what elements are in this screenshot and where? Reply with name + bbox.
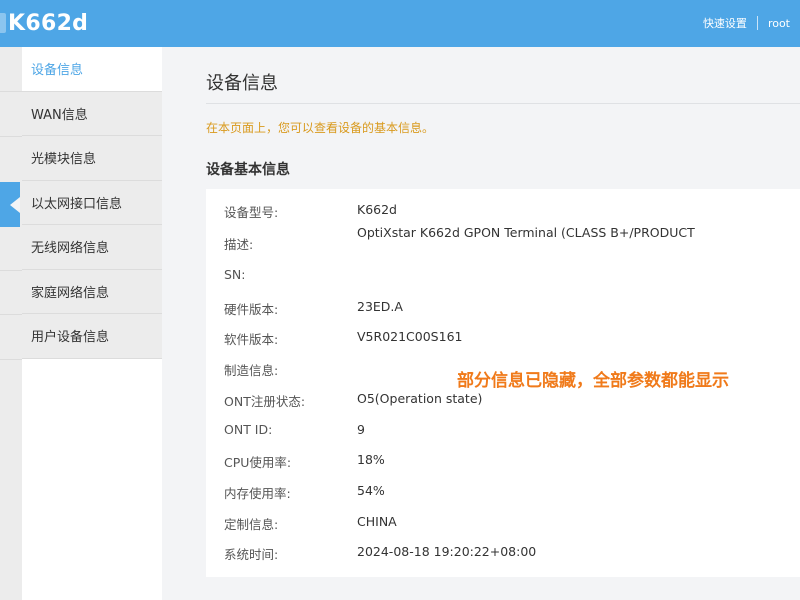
field-label: ONT注册状态: [224,394,306,409]
main-content: 设备信息 在本页面上，您可以查看设备的基本信息。 设备基本信息 设备型号: K6… [162,47,800,600]
sidebar-item-optical-module[interactable]: 光模块信息 [22,136,162,181]
rail-divider [0,314,22,315]
info-row-description: 描述: OptiXstar K662d GPON Terminal (CLASS… [224,225,784,252]
sidebar-item-label: 用户设备信息 [31,330,110,346]
field-value: 9 [357,422,365,437]
field-value: 2024-08-18 19:20:22+08:00 [357,544,537,559]
brand-logo-icon [0,13,6,33]
user-menu[interactable]: root [768,17,790,30]
field-label: 软件版本: [224,332,279,347]
info-row-cpu-usage: CPU使用率: 18% [224,452,784,472]
quick-setup-link[interactable]: 快速设置 [703,15,747,31]
field-value: O5(Operation state) [357,391,483,406]
hidden-info-note: 部分信息已隐藏，全部参数都能显示 [457,371,729,391]
sidebar-item-label: 无线网络信息 [31,241,110,257]
field-value: 23ED.A [357,299,403,314]
brand: K662d [0,9,88,37]
field-label: 制造信息: [224,363,279,378]
top-header: K662d 快速设置 root [0,0,800,47]
field-value: 54% [357,483,385,498]
app-title: K662d [8,10,89,36]
sidebar-item-label: 光模块信息 [31,152,97,168]
field-value: V5R021C00S161 [357,329,463,344]
sidebar-item-label: 家庭网络信息 [31,285,110,301]
device-info-panel: 设备型号: K662d 描述: OptiXstar K662d GPON Ter… [206,189,800,577]
info-row-system-time: 系统时间: 2024-08-18 19:20:22+08:00 [224,544,784,564]
page-hint: 在本页面上，您可以查看设备的基本信息。 [206,121,435,135]
sidebar-item-wireless[interactable]: 无线网络信息 [22,225,162,270]
field-value: 18% [357,452,385,467]
rail-divider [0,91,22,92]
info-row-customization: 定制信息: CHINA [224,514,784,534]
field-label: 硬件版本: [224,302,279,317]
section-title: 设备基本信息 [206,162,290,178]
rail-divider [0,270,22,271]
field-label: 系统时间: [224,547,279,562]
sidebar-item-label: 设备信息 [31,63,84,79]
header-actions: 快速设置 root [703,15,790,31]
sidebar-item-ethernet-ports[interactable]: 以太网接口信息 [22,180,162,225]
page-title: 设备信息 [206,73,278,94]
field-label: ONT ID: [224,422,273,437]
sidebar-item-user-devices[interactable]: 用户设备信息 [22,314,162,359]
info-row-ont-id: ONT ID: 9 [224,422,784,442]
info-row-model: 设备型号: K662d [224,202,784,222]
field-label: 定制信息: [224,517,279,532]
info-row-hardware-version: 硬件版本: 23ED.A [224,299,784,319]
sidebar-nav: 设备信息 WAN信息 光模块信息 以太网接口信息 无线网络信息 家庭网络信息 用… [22,47,162,600]
sidebar-item-label: 以太网接口信息 [31,196,123,212]
field-value: OptiXstar K662d GPON Terminal (CLASS B+/… [357,225,695,240]
info-row-ont-status: ONT注册状态: O5(Operation state) [224,391,784,411]
info-row-sn: SN: [224,267,784,287]
field-label: 内存使用率: [224,486,291,501]
rail-divider [0,136,22,137]
field-label: 描述: [224,237,254,252]
left-rail [0,47,22,600]
field-value: K662d [357,202,397,217]
header-divider [756,16,758,30]
sidebar-item-device-info[interactable]: 设备信息 [22,47,162,92]
info-row-memory-usage: 内存使用率: 54% [224,483,784,503]
rail-divider [0,359,22,360]
field-label: 设备型号: [224,205,279,220]
field-label: SN: [224,267,246,282]
sidebar-item-home-network[interactable]: 家庭网络信息 [22,269,162,314]
info-row-software-version: 软件版本: V5R021C00S161 [224,329,784,349]
rail-pointer-icon [10,197,20,213]
field-label: CPU使用率: [224,455,292,470]
title-divider [206,103,800,104]
sidebar-item-label: WAN信息 [31,107,88,123]
sidebar-item-wan-info[interactable]: WAN信息 [22,91,162,136]
field-value: CHINA [357,514,397,529]
